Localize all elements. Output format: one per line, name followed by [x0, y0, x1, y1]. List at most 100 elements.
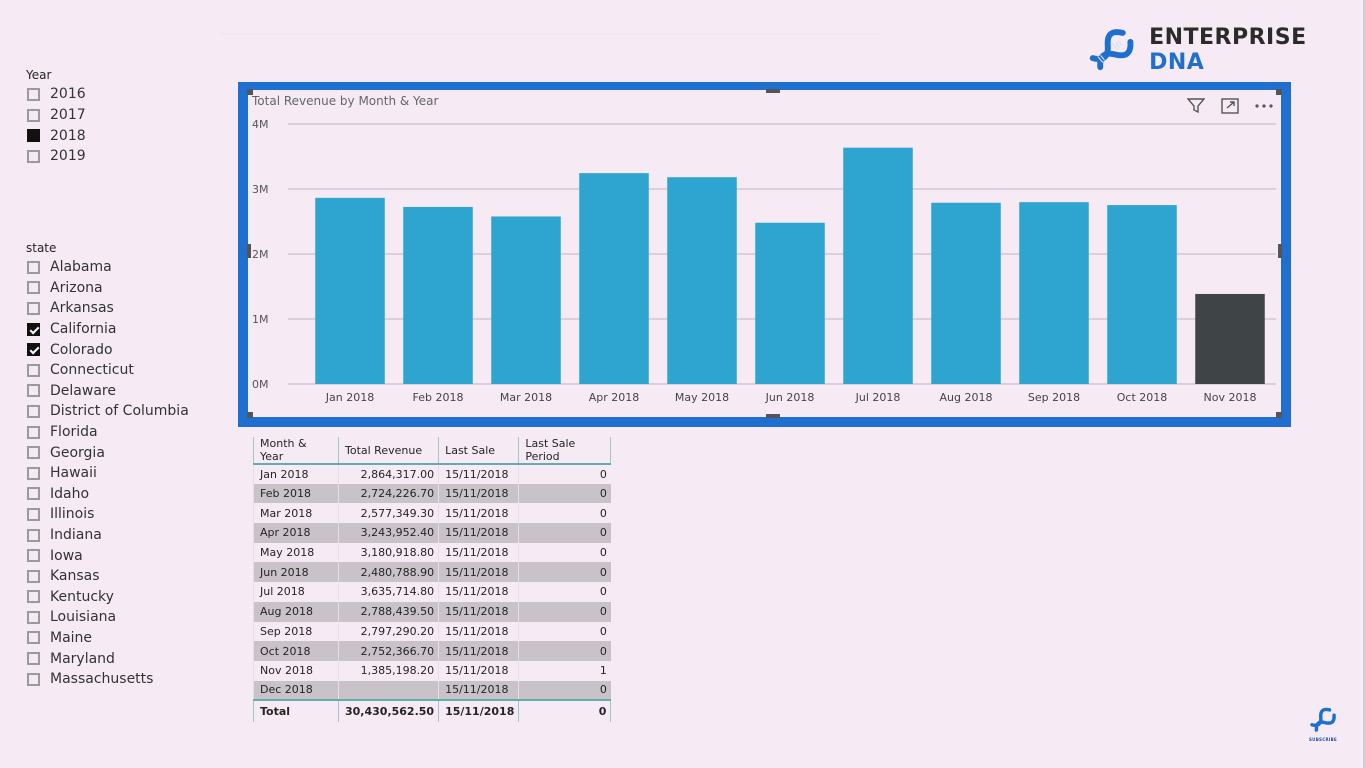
logo-text: ENTERPRISE DNA — [1149, 25, 1366, 75]
subscribe-label: SUBSCRIBE — [1308, 737, 1338, 742]
table-cell: 15/11/2018 — [438, 542, 519, 563]
resize-handle-bottom[interactable] — [766, 414, 780, 418]
resize-handle-bottom-left[interactable] — [247, 412, 253, 418]
state-slicer-item[interactable]: Louisiana — [26, 607, 189, 628]
checkbox[interactable] — [27, 87, 40, 101]
bar-mar-2018[interactable] — [491, 216, 561, 384]
state-slicer-item[interactable]: District of Columbia — [26, 401, 189, 422]
state-slicer-item[interactable]: Delaware — [26, 381, 189, 402]
checkbox[interactable] — [27, 404, 40, 418]
checkbox[interactable] — [27, 507, 40, 521]
year-slicer-item[interactable]: 2018 — [26, 125, 86, 146]
subscribe-button[interactable]: SUBSCRIBE — [1305, 707, 1341, 742]
table-cell: 3,243,952.40 — [337, 523, 439, 543]
state-slicer-item[interactable]: California — [26, 319, 189, 340]
checkbox[interactable] — [27, 590, 40, 604]
bar-sep-2018[interactable] — [1019, 202, 1089, 384]
y-tick-label: 4M — [252, 118, 269, 131]
total-cell: 0 — [518, 699, 612, 723]
table-cell: 0 — [518, 542, 611, 563]
table-cell: 2,752,366.70 — [337, 641, 439, 661]
checkbox[interactable] — [27, 108, 40, 122]
resize-handle-top-right[interactable] — [1276, 89, 1282, 95]
table-cell: 15/11/2018 — [438, 483, 519, 504]
state-slicer-item[interactable]: Illinois — [26, 504, 189, 525]
checkbox[interactable] — [27, 569, 40, 583]
filter-icon[interactable] — [1185, 96, 1207, 116]
column-header[interactable]: Last Sale — [438, 437, 519, 465]
checkbox[interactable] — [27, 149, 40, 163]
chart-visual-selected-frame[interactable]: 0M 1M 2M 3M 4M Jan 2018 Feb 2018 Mar 2018 Apr 20… — [238, 82, 1291, 427]
checkbox[interactable] — [27, 631, 40, 645]
checkbox[interactable] — [27, 672, 40, 686]
x-tick-label: May 2018 — [675, 391, 729, 404]
checkbox-selected[interactable] — [27, 129, 40, 143]
state-slicer-item[interactable]: Idaho — [26, 484, 189, 505]
checkbox[interactable] — [27, 446, 40, 460]
year-slicer-item[interactable]: 2017 — [26, 105, 86, 126]
state-slicer-item[interactable]: Massachusetts — [26, 669, 189, 690]
table-cell: 0 — [518, 483, 611, 504]
state-slicer-item[interactable]: Georgia — [26, 442, 189, 463]
bar-jun-2018[interactable] — [755, 222, 825, 384]
state-slicer-item[interactable]: Colorado — [26, 339, 189, 360]
checkbox[interactable] — [27, 466, 40, 480]
bar-apr-2018[interactable] — [579, 173, 649, 384]
chart-visual[interactable]: 0M 1M 2M 3M 4M Jan 2018 Feb 2018 Mar 2018 Apr 20… — [247, 89, 1282, 418]
more-options-icon[interactable] — [1253, 96, 1275, 116]
x-tick-label: Jan 2018 — [325, 391, 374, 404]
resize-handle-right[interactable] — [1278, 244, 1282, 258]
column-header[interactable]: Total Revenue — [337, 437, 439, 465]
state-slicer-item[interactable]: Hawaii — [26, 463, 189, 484]
bar-oct-2018[interactable] — [1107, 205, 1177, 384]
checkbox[interactable] — [27, 260, 40, 274]
state-slicer-item[interactable]: Arizona — [26, 278, 189, 299]
checkbox[interactable] — [27, 425, 40, 439]
state-slicer-item[interactable]: Florida — [26, 422, 189, 443]
resize-handle-bottom-right[interactable] — [1276, 412, 1282, 418]
column-header[interactable]: Last Sale Period — [518, 437, 612, 465]
resize-handle-top-left[interactable] — [247, 89, 253, 95]
year-slicer-item[interactable]: 2016 — [26, 84, 86, 105]
bar-feb-2018[interactable] — [403, 206, 473, 384]
table-cell: May 2018 — [253, 542, 339, 563]
checkbox[interactable] — [27, 384, 40, 398]
table-cell: 0 — [518, 680, 611, 701]
checkbox[interactable] — [27, 363, 40, 377]
resize-handle-left[interactable] — [247, 244, 251, 258]
checkbox[interactable] — [27, 301, 40, 315]
x-tick-label: Jul 2018 — [855, 391, 901, 404]
checkbox-checked[interactable] — [27, 343, 40, 357]
column-header[interactable]: Month & Year — [253, 437, 339, 465]
table-cell: 0 — [518, 523, 611, 543]
checkbox[interactable] — [27, 610, 40, 624]
checkbox[interactable] — [27, 652, 40, 666]
state-slicer-item[interactable]: Arkansas — [26, 298, 189, 319]
state-slicer-item[interactable]: Kansas — [26, 566, 189, 587]
resize-handle-top[interactable] — [766, 89, 780, 93]
state-slicer-item[interactable]: Maine — [26, 628, 189, 649]
state-slicer-item[interactable]: Maryland — [26, 648, 189, 669]
bar-jul-2018[interactable] — [843, 147, 913, 384]
checkbox-checked[interactable] — [27, 322, 40, 336]
slicer-item-label: Kansas — [50, 568, 100, 585]
state-slicer-item[interactable]: Alabama — [26, 257, 189, 278]
bar-may-2018[interactable] — [667, 177, 737, 384]
bar-jan-2018[interactable] — [315, 197, 385, 384]
state-slicer-item[interactable]: Indiana — [26, 525, 189, 546]
table-cell: Mar 2018 — [253, 503, 339, 524]
checkbox[interactable] — [27, 528, 40, 542]
state-slicer-item[interactable]: Connecticut — [26, 360, 189, 381]
bar-aug-2018[interactable] — [931, 202, 1001, 384]
table-row: Oct 2018 2,752,366.70 15/11/2018 0 — [253, 641, 611, 661]
year-slicer-item[interactable]: 2019 — [26, 146, 86, 167]
checkbox[interactable] — [27, 487, 40, 501]
checkbox[interactable] — [27, 549, 40, 563]
visual-header-icons — [1185, 96, 1275, 116]
state-slicer-item[interactable]: Kentucky — [26, 587, 189, 608]
focus-mode-icon[interactable] — [1219, 96, 1241, 116]
checkbox[interactable] — [27, 281, 40, 295]
state-slicer-item[interactable]: Iowa — [26, 545, 189, 566]
bar-chart: 0M 1M 2M 3M 4M Jan 2018 Feb 2018 Mar 2018 Apr 20… — [252, 118, 1276, 404]
bar-nov-2018[interactable] — [1195, 293, 1265, 384]
